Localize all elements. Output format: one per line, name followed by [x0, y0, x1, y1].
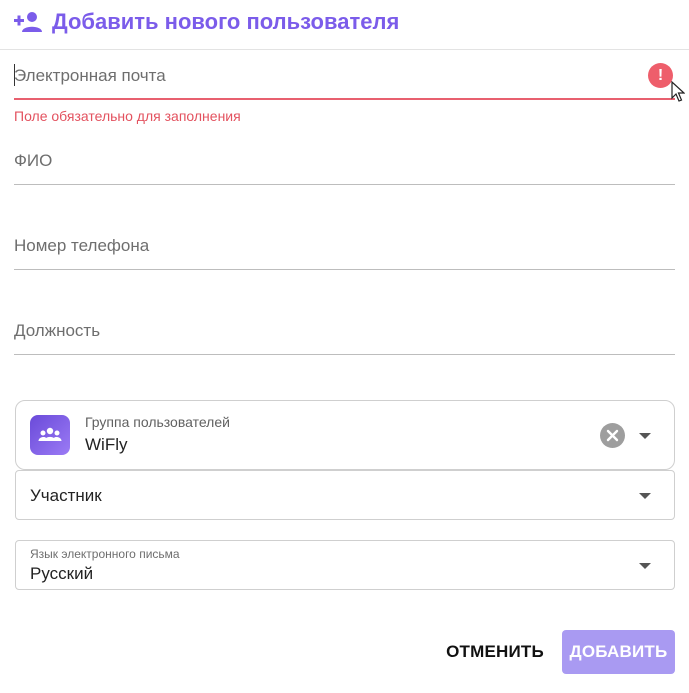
chevron-down-icon[interactable]: [639, 493, 651, 499]
role-value: Участник: [30, 486, 102, 505]
email-language-label: Язык электронного письма: [30, 547, 180, 561]
role-select[interactable]: Участник: [15, 470, 675, 520]
add-button[interactable]: ДОБАВИТЬ: [562, 630, 675, 674]
dialog-title: Добавить нового пользователя: [52, 9, 400, 34]
position-placeholder: Должность: [14, 321, 101, 340]
group-icon: [30, 415, 70, 455]
position-field[interactable]: Должность: [14, 305, 675, 355]
person-add-icon: [14, 12, 42, 32]
chevron-down-icon[interactable]: [639, 563, 651, 569]
clear-icon[interactable]: [600, 423, 625, 448]
mouse-pointer-icon: [671, 81, 685, 102]
user-group-select[interactable]: Группа пользователей WiFly: [15, 400, 675, 470]
user-group-label: Группа пользователей: [85, 414, 230, 430]
full-name-placeholder: ФИО: [14, 151, 53, 170]
email-error-message: Поле обязательно для заполнения: [14, 108, 241, 124]
phone-field[interactable]: Номер телефона: [14, 220, 675, 270]
chevron-down-icon[interactable]: [639, 433, 651, 439]
full-name-field[interactable]: ФИО: [14, 135, 675, 185]
phone-underline: [14, 269, 675, 270]
user-group-value: WiFly: [85, 435, 128, 454]
email-language-select[interactable]: Язык электронного письма Русский: [15, 540, 675, 590]
phone-placeholder: Номер телефона: [14, 236, 150, 255]
full-name-underline: [14, 184, 675, 185]
add-user-dialog: Добавить нового пользователя Электронная…: [0, 0, 689, 693]
exclamation-icon: !: [648, 63, 673, 88]
cancel-button[interactable]: ОТМЕНИТЬ: [437, 630, 553, 674]
position-underline: [14, 354, 675, 355]
dialog-header: Добавить нового пользователя: [0, 0, 689, 50]
email-underline: [14, 98, 675, 100]
email-language-value: Русский: [30, 564, 94, 583]
text-caret: [14, 64, 15, 86]
email-field[interactable]: Электронная почта !: [14, 50, 675, 100]
email-placeholder: Электронная почта: [14, 66, 166, 85]
